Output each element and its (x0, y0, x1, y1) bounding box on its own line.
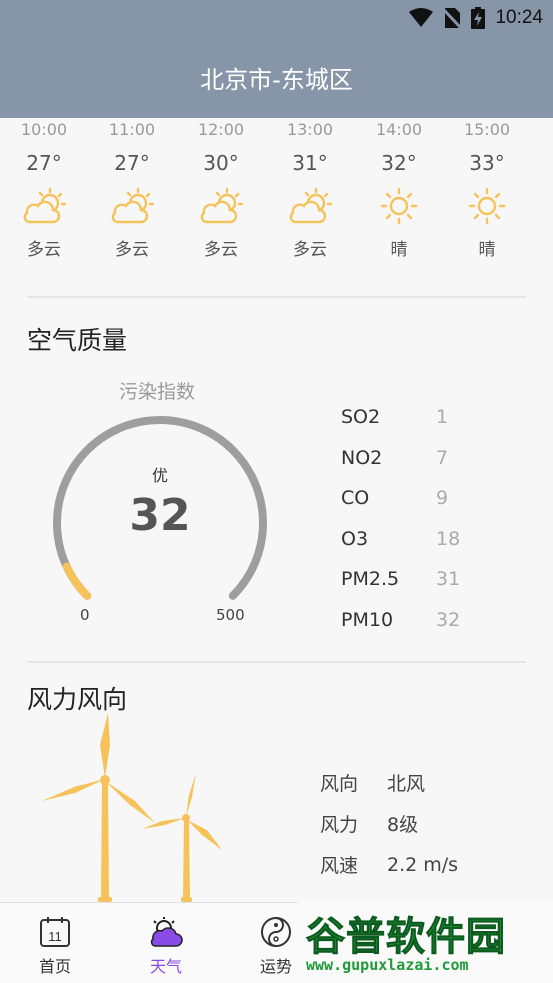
hour-time: 12:00 (197, 120, 245, 139)
gauge-value: 32 (129, 490, 191, 541)
hour-condition: 多云 (27, 240, 61, 260)
hour-temp: 33° (469, 151, 505, 175)
hour-temp: 31° (292, 151, 328, 175)
weather-icon (150, 917, 183, 947)
pollutant-value: 1 (436, 406, 449, 429)
hour-time: 14:00 (375, 120, 423, 139)
yin-yang-icon (261, 917, 291, 947)
pollutant-value: 9 (436, 487, 449, 510)
watermark-text: 谷普软件园 (305, 915, 507, 961)
wind-turbine-illustration (42, 713, 222, 902)
hour-temp: 27° (26, 151, 62, 175)
pollutant-value: 7 (436, 446, 449, 469)
city-title[interactable]: 北京市-东城区 (0, 60, 553, 95)
hourly-item: 10:00 27° 多云 (4, 118, 84, 262)
pollutant-row: PM2.5 31 (341, 559, 460, 600)
sunny-icon (380, 187, 418, 225)
pollutant-name: O3 (341, 527, 369, 550)
pollutant-name: PM10 (341, 608, 394, 631)
hour-time: 15:00 (463, 120, 511, 139)
watermark: 谷普软件园 www.gupuxlazai.com (298, 902, 553, 983)
sunny-icon (468, 187, 506, 225)
pollutant-list: SO2 1 NO2 7 CO 9 O3 18 PM2.5 31 PM10 32 (341, 397, 460, 640)
wifi-icon (409, 8, 434, 27)
pollutant-row: PM10 32 (341, 600, 460, 641)
partly-cloudy-icon (111, 187, 155, 224)
hourly-item: 12:00 30° 多云 (181, 118, 261, 262)
gauge-min-label: 0 (80, 606, 90, 624)
gauge-level: 优 (151, 466, 168, 485)
nav-item-home[interactable]: 11 首页 (13, 903, 97, 983)
wind-row: 风力 8级 (320, 803, 458, 844)
hourly-item: 15:00 33° 晴 (447, 118, 527, 262)
nav-item-weather[interactable]: 天气 (124, 903, 208, 983)
calendar-day: 11 (48, 929, 62, 944)
status-icons: 10:24 (409, 6, 543, 30)
hour-time: 13:00 (286, 120, 334, 139)
pollutant-value: 32 (436, 608, 461, 631)
wind-value: 北风 (387, 773, 426, 795)
partly-cloudy-icon (200, 187, 244, 224)
hour-time: 10:00 (20, 120, 68, 139)
battery-charging-icon (471, 7, 486, 29)
wind-label: 风速 (320, 855, 359, 877)
gauge-max-label: 500 (216, 606, 245, 624)
nav-label-weather: 天气 (149, 957, 182, 976)
section-divider (27, 661, 526, 663)
pollutant-name: SO2 (341, 406, 381, 429)
gauge-fill (62, 562, 92, 600)
hour-condition: 晴 (390, 240, 408, 260)
hour-condition: 多云 (293, 240, 327, 260)
hour-condition: 多云 (115, 240, 149, 260)
section-divider (27, 296, 526, 298)
pollutant-name: NO2 (341, 446, 383, 469)
wind-row: 风向 北风 (320, 762, 458, 803)
hour-time: 11:00 (108, 120, 156, 139)
pollutant-row: CO 9 (341, 478, 460, 519)
wind-value: 8级 (387, 814, 419, 836)
pollutant-value: 31 (436, 568, 461, 591)
wind-label: 风向 (320, 773, 359, 795)
pollutant-row: SO2 1 (341, 397, 460, 438)
status-time: 10:24 (495, 7, 543, 28)
hour-condition: 多云 (204, 240, 238, 260)
pollutant-value: 18 (436, 527, 461, 550)
hour-temp: 32° (381, 151, 417, 175)
wind-info: 风向 北风 风力 8级 风速 2.2 m/s (320, 762, 458, 885)
partly-cloudy-icon (23, 187, 67, 224)
pollutant-name: CO (341, 487, 370, 510)
hourly-forecast[interactable]: 10:00 27° 多云 11:00 27° 多云 12:00 30° 多云 1… (0, 118, 553, 288)
pollutant-row: NO2 7 (341, 438, 460, 479)
air-quality-title: 空气质量 (27, 326, 128, 355)
partly-cloudy-icon (289, 187, 333, 224)
hour-condition: 晴 (478, 240, 496, 260)
hourly-item: 11:00 27° 多云 (92, 118, 172, 262)
calendar-icon: 11 (40, 917, 70, 947)
hour-temp: 30° (203, 151, 239, 175)
pollutant-name: PM2.5 (341, 568, 400, 591)
nav-label-home: 首页 (38, 957, 71, 976)
hourly-item: 14:00 32° 晴 (359, 118, 439, 262)
pollutant-row: O3 18 (341, 519, 460, 560)
app-bar: 北京市-东城区 (0, 36, 553, 118)
status-bar: 10:24 (0, 0, 553, 36)
wind-label: 风力 (320, 814, 359, 836)
hourly-item: 13:00 31° 多云 (270, 118, 350, 262)
hour-temp: 27° (114, 151, 150, 175)
no-sim-icon (443, 7, 462, 29)
wind-row: 风速 2.2 m/s (320, 844, 458, 885)
wind-value: 2.2 m/s (387, 853, 459, 876)
watermark-url: www.gupuxlazai.com (306, 956, 469, 974)
